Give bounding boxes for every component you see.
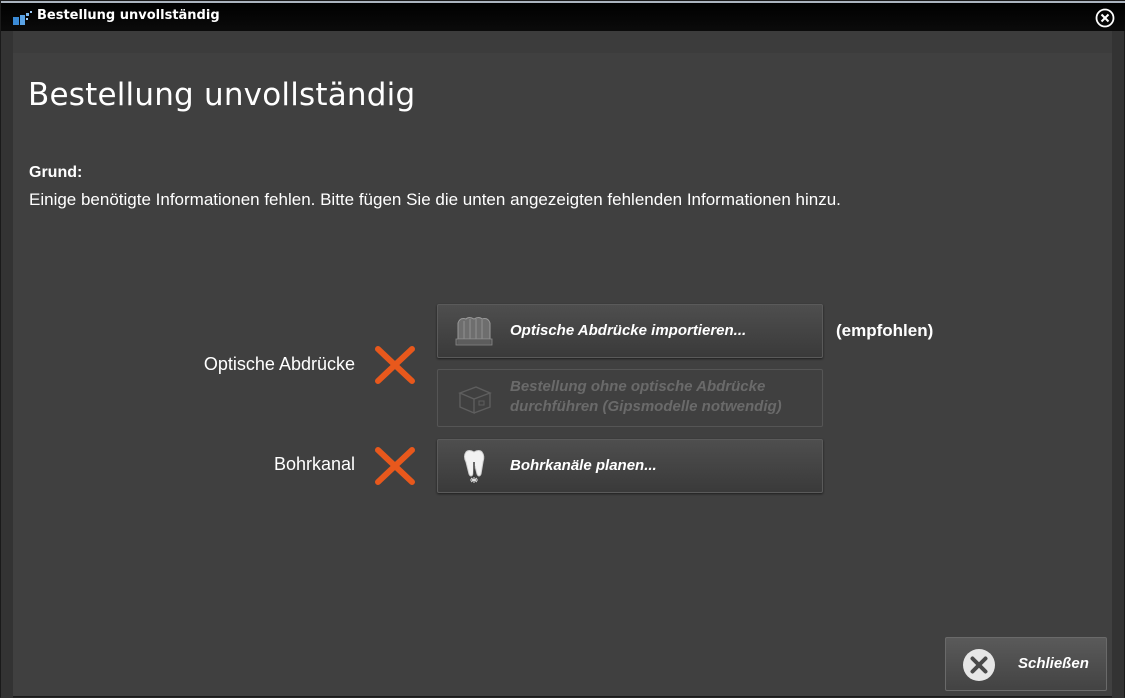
order-without-impressions-label: Bestellung ohne optische Abdrücke durchf… [510, 377, 782, 417]
row-label-optical-impressions: Optische Abdrücke [203, 354, 355, 374]
x-mark-icon [375, 346, 415, 384]
row-label-drill-channel: Bohrkanal [273, 454, 355, 474]
close-circle-icon[interactable] [1094, 7, 1116, 29]
order-without-impressions-line2: durchführen (Gipsmodelle notwendig) [510, 398, 782, 415]
dental-scan-icon [455, 317, 493, 346]
dialog-window: Bestellung unvollständig Bestellung unvo… [0, 0, 1125, 698]
x-mark-icon [375, 447, 415, 485]
title-bar: Bestellung unvollständig [1, 1, 1125, 31]
close-button[interactable]: Schließen [945, 637, 1107, 691]
close-circle-icon [963, 649, 995, 681]
plan-drill-channels-button[interactable]: Bohrkanäle planen... [437, 439, 823, 493]
plan-drill-channels-label: Bohrkanäle planen... [510, 457, 657, 474]
page-title: Bestellung unvollständig [28, 77, 416, 113]
reason-label: Grund: [29, 164, 83, 181]
reason-text: Einige benötigte Informationen fehlen. B… [29, 190, 841, 209]
frame-left [1, 31, 13, 698]
import-optical-impressions-label: Optische Abdrücke importieren... [510, 322, 747, 339]
box-icon [458, 386, 492, 415]
order-without-optical-impressions-button[interactable]: Bestellung ohne optische Abdrücke durchf… [437, 369, 823, 427]
order-without-impressions-line1: Bestellung ohne optische Abdrücke [510, 378, 766, 395]
recommended-note: (empfohlen) [836, 321, 934, 340]
frame-right [1112, 31, 1124, 698]
import-optical-impressions-button[interactable]: Optische Abdrücke importieren... [437, 304, 823, 358]
window-title: Bestellung unvollständig [37, 8, 220, 23]
close-button-label: Schließen [1018, 655, 1089, 672]
tooth-implant-icon [464, 450, 485, 483]
